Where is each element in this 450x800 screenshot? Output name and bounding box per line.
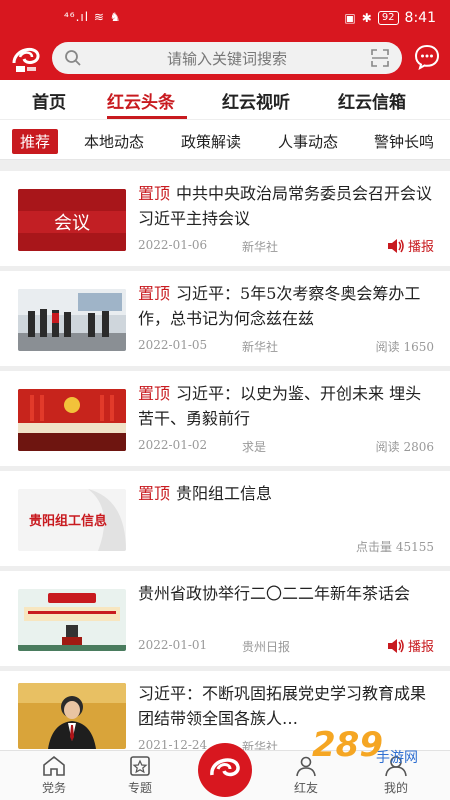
nav-topics[interactable]: 专题 [110,755,170,796]
app-logo-icon[interactable] [8,41,44,75]
search-bar[interactable]: 请输入关键词搜索 [52,42,402,74]
pinned-badge: 置顶 [138,284,171,303]
broadcast-label: 播报 [407,640,434,655]
news-date: 2022-01-02 [138,438,208,452]
news-source: 新华社 [242,340,279,354]
nav-label: 我的 [383,781,408,795]
news-thumbnail [18,289,126,351]
main-tabs: 首页 红云头条 红云视听 红云信箱 [0,80,450,120]
nav-party-affairs[interactable]: 党务 [24,755,84,796]
news-thumbnail [18,683,126,749]
tab-home[interactable]: 首页 [32,88,66,113]
news-thumbnail [18,589,126,651]
thumb-caption: 贵阳组工信息 [29,513,107,529]
subtab-recommended[interactable]: 推荐 [12,129,59,154]
speaker-icon [387,238,404,253]
subtab-local-news[interactable]: 本地动态 [84,131,144,152]
pinned-badge: 置顶 [138,384,171,403]
tab-mailbox[interactable]: 红云信箱 [338,88,406,113]
bluetooth-icon: ✱ [361,11,372,25]
active-tab-indicator [107,116,187,119]
broadcast-label: 播报 [407,240,434,255]
home-icon [43,755,65,776]
search-placeholder: 请输入关键词搜索 [166,50,287,68]
news-source: 贵州日报 [242,640,291,654]
vibrate-icon: ▣ [344,11,356,25]
status-bar: ⁴⁶.ıl ≋ ♞ ▣ ✱ 92 8:41 [0,0,450,36]
watermark-sub: 手游网 [376,750,418,766]
subtab-policy[interactable]: 政策解读 [181,131,241,152]
news-title: 置顶 习近平：以史为鉴、开创未来 埋头苦干、勇毅前行 [138,384,422,428]
scan-icon[interactable] [370,48,390,68]
news-feed: 会议 置顶 中共中央政治局常务委员会召开会议 习近平主持会议 2022-01-06… [0,160,450,750]
list-item[interactable]: 会议 置顶 中共中央政治局常务委员会召开会议 习近平主持会议 2022-01-06… [0,171,450,266]
topic-icon [130,756,150,776]
news-thumbnail [18,389,126,451]
battery-icon: 92 [377,11,399,25]
news-date: 2022-01-05 [138,338,208,352]
list-item[interactable]: 置顶 习近平：以史为鉴、开创未来 埋头苦干、勇毅前行 2022-01-02 求是 … [0,371,450,466]
news-title: 置顶 中共中央政治局常务委员会召开会议 习近平主持会议 [138,184,433,228]
list-item[interactable]: 贵州省政协举行二〇二二年新年茶话会 2022-01-01 贵州日报 播报 [0,571,450,666]
news-thumbnail: 贵阳组工信息 [18,489,126,551]
nav-label: 专题 [127,781,152,795]
subtab-personnel[interactable]: 人事动态 [278,131,338,152]
nav-label: 党务 [41,781,66,795]
click-count: 点击量 45155 [356,540,434,554]
signal-indicators: ⁴⁶.ıl ≋ ♞ [64,10,122,24]
status-right: ▣ ✱ 92 8:41 [344,10,436,26]
pinned-badge: 置顶 [138,484,171,503]
read-count: 阅读 1650 [375,340,434,354]
list-item[interactable]: 置顶 习近平：5年5次考察冬奥会筹办工作，总书记为何念兹在兹 2022-01-05… [0,271,450,366]
site-watermark: 289 手游网 [282,722,442,774]
news-date: 2022-01-01 [138,638,208,652]
speaker-icon [387,638,404,653]
news-title: 置顶 习近平：5年5次考察冬奥会筹办工作，总书记为何念兹在兹 [138,284,421,328]
news-source: 求是 [242,440,267,454]
subtab-warning[interactable]: 警钟长鸣 [374,131,434,152]
nav-label: 红友 [293,781,318,795]
app-bar: 请输入关键词搜索 [0,36,450,80]
broadcast-button[interactable]: 播报 [387,236,434,255]
list-item[interactable]: 贵阳组工信息 置顶 贵阳组工信息 点击量 45155 [0,471,450,566]
center-logo-button[interactable] [198,743,252,797]
tab-headlines[interactable]: 红云头条 [107,88,175,113]
message-icon[interactable] [414,44,440,70]
news-title: 置顶 贵阳组工信息 [138,484,273,503]
news-date: 2021-12-24 [138,738,208,750]
broadcast-button[interactable]: 播报 [387,636,434,655]
tab-audio-video[interactable]: 红云视听 [222,88,290,113]
news-date: 2022-01-06 [138,238,208,252]
clock: 8:41 [404,10,436,26]
news-source: 新华社 [242,240,279,254]
watermark-brand: 289 [312,725,383,765]
app-logo-icon [210,758,240,777]
read-count: 阅读 2806 [375,440,434,454]
news-title: 贵州省政协举行二〇二二年新年茶话会 [138,584,411,603]
pinned-badge: 置顶 [138,184,171,203]
category-tabs: 推荐 本地动态 政策解读 人事动态 警钟长鸣 [0,122,450,160]
thumb-caption: 会议 [54,213,90,234]
news-thumbnail: 会议 [18,189,126,251]
